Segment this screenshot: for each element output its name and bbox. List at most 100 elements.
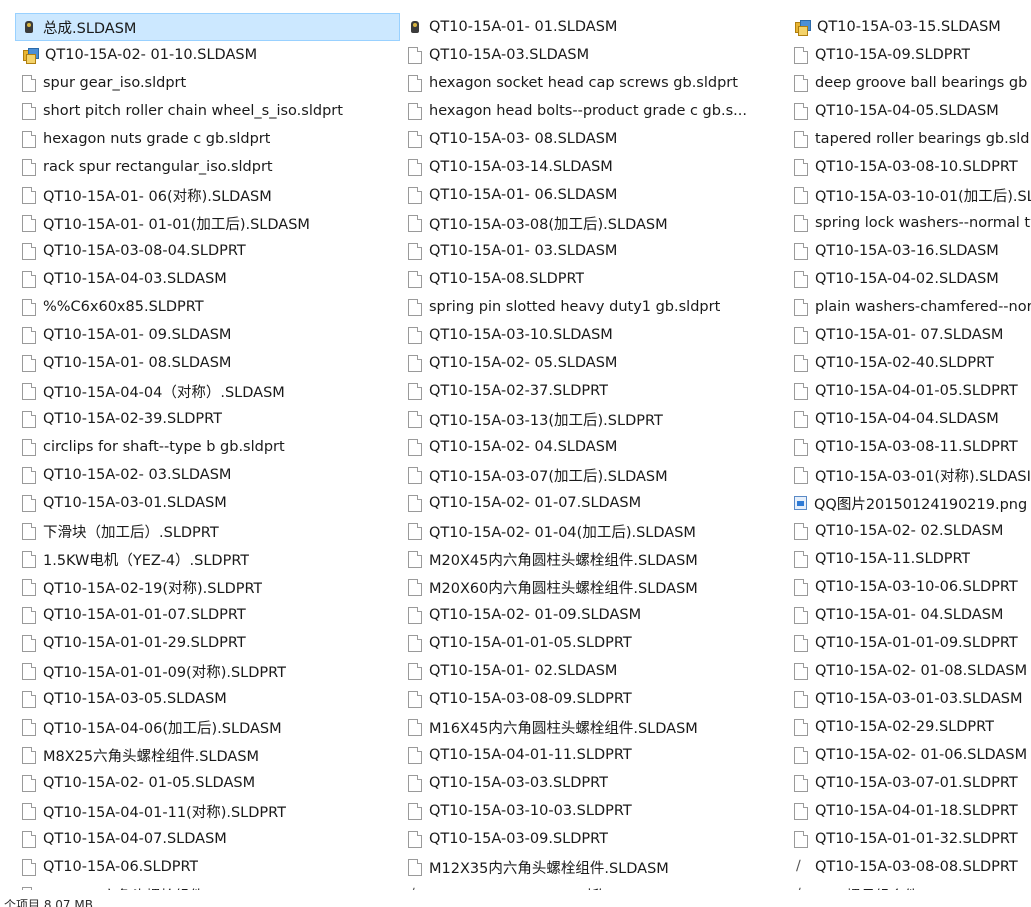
file-item[interactable]: QT10-15A-08.SLDPRT: [401, 265, 786, 293]
file-item[interactable]: QT10-15A-03-08-11.SLDPRT: [787, 433, 1031, 461]
file-item[interactable]: QT10-15A-03-07-01.SLDPRT: [787, 769, 1031, 797]
file-item[interactable]: QT10-15A-01-01-07.SLDPRT: [15, 601, 400, 629]
file-item[interactable]: QT10-15A-02- 01-09.SLDASM: [401, 601, 786, 629]
file-item[interactable]: QT10-15A-04-04（对称）.SLDASM: [15, 377, 400, 405]
file-item[interactable]: QT10-15A-04-04.SLDASM: [787, 405, 1031, 433]
file-item[interactable]: QT10-15A-03-15.SLDASM: [787, 13, 1031, 41]
file-item[interactable]: QT10-15A-01-01-09.SLDPRT: [787, 629, 1031, 657]
file-item[interactable]: QT10-15A-06.SLDPRT: [15, 853, 400, 881]
file-item[interactable]: QT10-15A-04-06(加工后).SLDASM: [15, 713, 400, 741]
file-item[interactable]: QT10-15A-04-01-11.SLDPRT: [401, 741, 786, 769]
file-item[interactable]: QT10-15A-03-09.SLDPRT: [401, 825, 786, 853]
file-item[interactable]: QT10-15A-02-37.SLDPRT: [401, 377, 786, 405]
file-item[interactable]: QT10-15A-03-16.SLDASM: [787, 237, 1031, 265]
file-item[interactable]: 1.5KW电机（YEZ-4）.SLDPRT: [15, 545, 400, 573]
file-item[interactable]: QQ图片20150124190219.png: [787, 489, 1031, 517]
document-icon: [22, 270, 36, 288]
file-item[interactable]: QT10-15A-03-10-01(加工后).SL: [787, 181, 1031, 209]
file-item[interactable]: QT10-15A-04-01-18.SLDPRT: [787, 797, 1031, 825]
file-item[interactable]: QT10-15A-04-03.SLDASM: [15, 265, 400, 293]
file-item[interactable]: QT10-15A-01- 01.SLDASM: [401, 13, 786, 41]
file-item[interactable]: QT10-15A-03-14.SLDASM: [401, 153, 786, 181]
file-item[interactable]: QT10-15A-01-01-02(对称).SLDPRT: [401, 881, 786, 891]
file-item[interactable]: 下滑块（加工后）.SLDPRT: [15, 517, 400, 545]
file-item[interactable]: QT10-15A-02- 01-05.SLDASM: [15, 769, 400, 797]
file-item[interactable]: QT10-15A-11.SLDPRT: [787, 545, 1031, 573]
file-item[interactable]: QT10-15A-03-08-04.SLDPRT: [15, 237, 400, 265]
file-item[interactable]: QT10-15A-02-19(对称).SLDPRT: [15, 573, 400, 601]
file-item[interactable]: QT10-15A-03-10-06.SLDPRT: [787, 573, 1031, 601]
file-item[interactable]: QT10-15A-02- 01-10.SLDASM: [15, 41, 400, 69]
file-item[interactable]: QT10-15A-01- 09.SLDASM: [15, 321, 400, 349]
file-item[interactable]: plain washers-chamfered--nor: [787, 293, 1031, 321]
file-item[interactable]: QT10-15A-04-05.SLDASM: [787, 97, 1031, 125]
file-item[interactable]: QT10-15A-01- 02.SLDASM: [401, 657, 786, 685]
file-item[interactable]: QT10-15A-01- 01-01(加工后).SLDASM: [15, 209, 400, 237]
file-item[interactable]: 总成.SLDASM: [15, 13, 400, 41]
file-item[interactable]: QT10-15A-01-01-32.SLDPRT: [787, 825, 1031, 853]
file-item[interactable]: M20螺母组合件.SLDASM: [787, 881, 1031, 891]
file-item[interactable]: QT10-15A-03-07(加工后).SLDASM: [401, 461, 786, 489]
file-name: spur gear_iso.sldprt: [43, 75, 187, 91]
file-item[interactable]: QT10-15A-03-10.SLDASM: [401, 321, 786, 349]
file-item[interactable]: QT10-15A-02- 02.SLDASM: [787, 517, 1031, 545]
file-item[interactable]: QT10-15A-01- 06.SLDASM: [401, 181, 786, 209]
file-item[interactable]: M12X35内六角头螺栓组件.SLDASM: [401, 853, 786, 881]
document-icon: [794, 634, 808, 652]
file-item[interactable]: rack spur rectangular_iso.sldprt: [15, 153, 400, 181]
file-item[interactable]: QT10-15A-02- 05.SLDASM: [401, 349, 786, 377]
file-item[interactable]: hexagon head bolts--product grade c gb.s…: [401, 97, 786, 125]
file-item[interactable]: QT10-15A-03-03.SLDPRT: [401, 769, 786, 797]
file-item[interactable]: hexagon socket head cap screws gb.sldprt: [401, 69, 786, 97]
file-item[interactable]: QT10-15A-03-01.SLDASM: [15, 489, 400, 517]
file-item[interactable]: QT10-15A-02- 01-04(加工后).SLDASM: [401, 517, 786, 545]
file-item[interactable]: QT10-15A-03- 08.SLDASM: [401, 125, 786, 153]
file-item[interactable]: QT10-15A-02-39.SLDPRT: [15, 405, 400, 433]
file-item[interactable]: QT10-15A-04-01-11(对称).SLDPRT: [15, 797, 400, 825]
file-item[interactable]: QT10-15A-01-01-09(对称).SLDPRT: [15, 657, 400, 685]
file-item[interactable]: QT10-15A-03-01(对称).SLDASI: [787, 461, 1031, 489]
file-item[interactable]: QT10-15A-04-07.SLDASM: [15, 825, 400, 853]
file-item[interactable]: QT10-15A-03-01-03.SLDASM: [787, 685, 1031, 713]
file-item[interactable]: QT10-15A-01-01-29.SLDPRT: [15, 629, 400, 657]
file-item[interactable]: QT10-15A-02- 01-06.SLDASM: [787, 741, 1031, 769]
file-item[interactable]: QT10-15A-02- 01-08.SLDASM: [787, 657, 1031, 685]
file-item[interactable]: QT10-15A-02-40.SLDPRT: [787, 349, 1031, 377]
file-item[interactable]: QT10-15A-04-01-05.SLDPRT: [787, 377, 1031, 405]
file-item[interactable]: QT10-15A-03-10-03.SLDPRT: [401, 797, 786, 825]
file-item[interactable]: hexagon nuts grade c gb.sldprt: [15, 125, 400, 153]
file-item[interactable]: short pitch roller chain wheel_s_iso.sld…: [15, 97, 400, 125]
file-item[interactable]: QT10-15A-01- 08.SLDASM: [15, 349, 400, 377]
file-item[interactable]: QT10-15A-04-02.SLDASM: [787, 265, 1031, 293]
file-item[interactable]: QT10-15A-03-08-10.SLDPRT: [787, 153, 1031, 181]
file-item[interactable]: QT10-15A-01- 07.SLDASM: [787, 321, 1031, 349]
file-item[interactable]: QT10-15A-03-08-09.SLDPRT: [401, 685, 786, 713]
file-item[interactable]: QT10-15A-02- 03.SLDASM: [15, 461, 400, 489]
file-item[interactable]: QT10-15A-03-08-08.SLDPRT: [787, 853, 1031, 881]
file-item[interactable]: QT10-15A-02- 04.SLDASM: [401, 433, 786, 461]
file-item[interactable]: M20X45内六角圆柱头螺栓组件.SLDASM: [401, 545, 786, 573]
file-item[interactable]: spring pin slotted heavy duty1 gb.sldprt: [401, 293, 786, 321]
file-item[interactable]: QT10-15A-03-08(加工后).SLDASM: [401, 209, 786, 237]
file-item[interactable]: M16X45内六角圆柱头螺栓组件.SLDASM: [401, 713, 786, 741]
file-item[interactable]: deep groove ball bearings gb: [787, 69, 1031, 97]
file-item[interactable]: QT10-15A-01- 04.SLDASM: [787, 601, 1031, 629]
file-item[interactable]: %%C6x60x85.SLDPRT: [15, 293, 400, 321]
file-item[interactable]: QT10-15A-02-29.SLDPRT: [787, 713, 1031, 741]
file-item[interactable]: QT10-15A-03.SLDASM: [401, 41, 786, 69]
file-item[interactable]: QT10-15A-01- 03.SLDASM: [401, 237, 786, 265]
file-item[interactable]: M12X35六角头螺栓组件.SLDASM: [15, 881, 400, 890]
file-item[interactable]: spring lock washers--normal ty: [787, 209, 1031, 237]
file-item[interactable]: spur gear_iso.sldprt: [15, 69, 400, 97]
file-item[interactable]: QT10-15A-01-01-05.SLDPRT: [401, 629, 786, 657]
file-item[interactable]: QT10-15A-02- 01-07.SLDASM: [401, 489, 786, 517]
file-item[interactable]: tapered roller bearings gb.sld: [787, 125, 1031, 153]
file-item[interactable]: QT10-15A-09.SLDPRT: [787, 41, 1031, 69]
file-item[interactable]: QT10-15A-03-05.SLDASM: [15, 685, 400, 713]
file-item[interactable]: circlips for shaft--type b gb.sldprt: [15, 433, 400, 461]
file-item[interactable]: QT10-15A-03-13(加工后).SLDPRT: [401, 405, 786, 433]
file-name: QT10-15A-01- 06(对称).SLDASM: [43, 188, 272, 205]
file-item[interactable]: M8X25六角头螺栓组件.SLDASM: [15, 741, 400, 769]
file-item[interactable]: QT10-15A-01- 06(对称).SLDASM: [15, 181, 400, 209]
file-item[interactable]: M20X60内六角圆柱头螺栓组件.SLDASM: [401, 573, 786, 601]
